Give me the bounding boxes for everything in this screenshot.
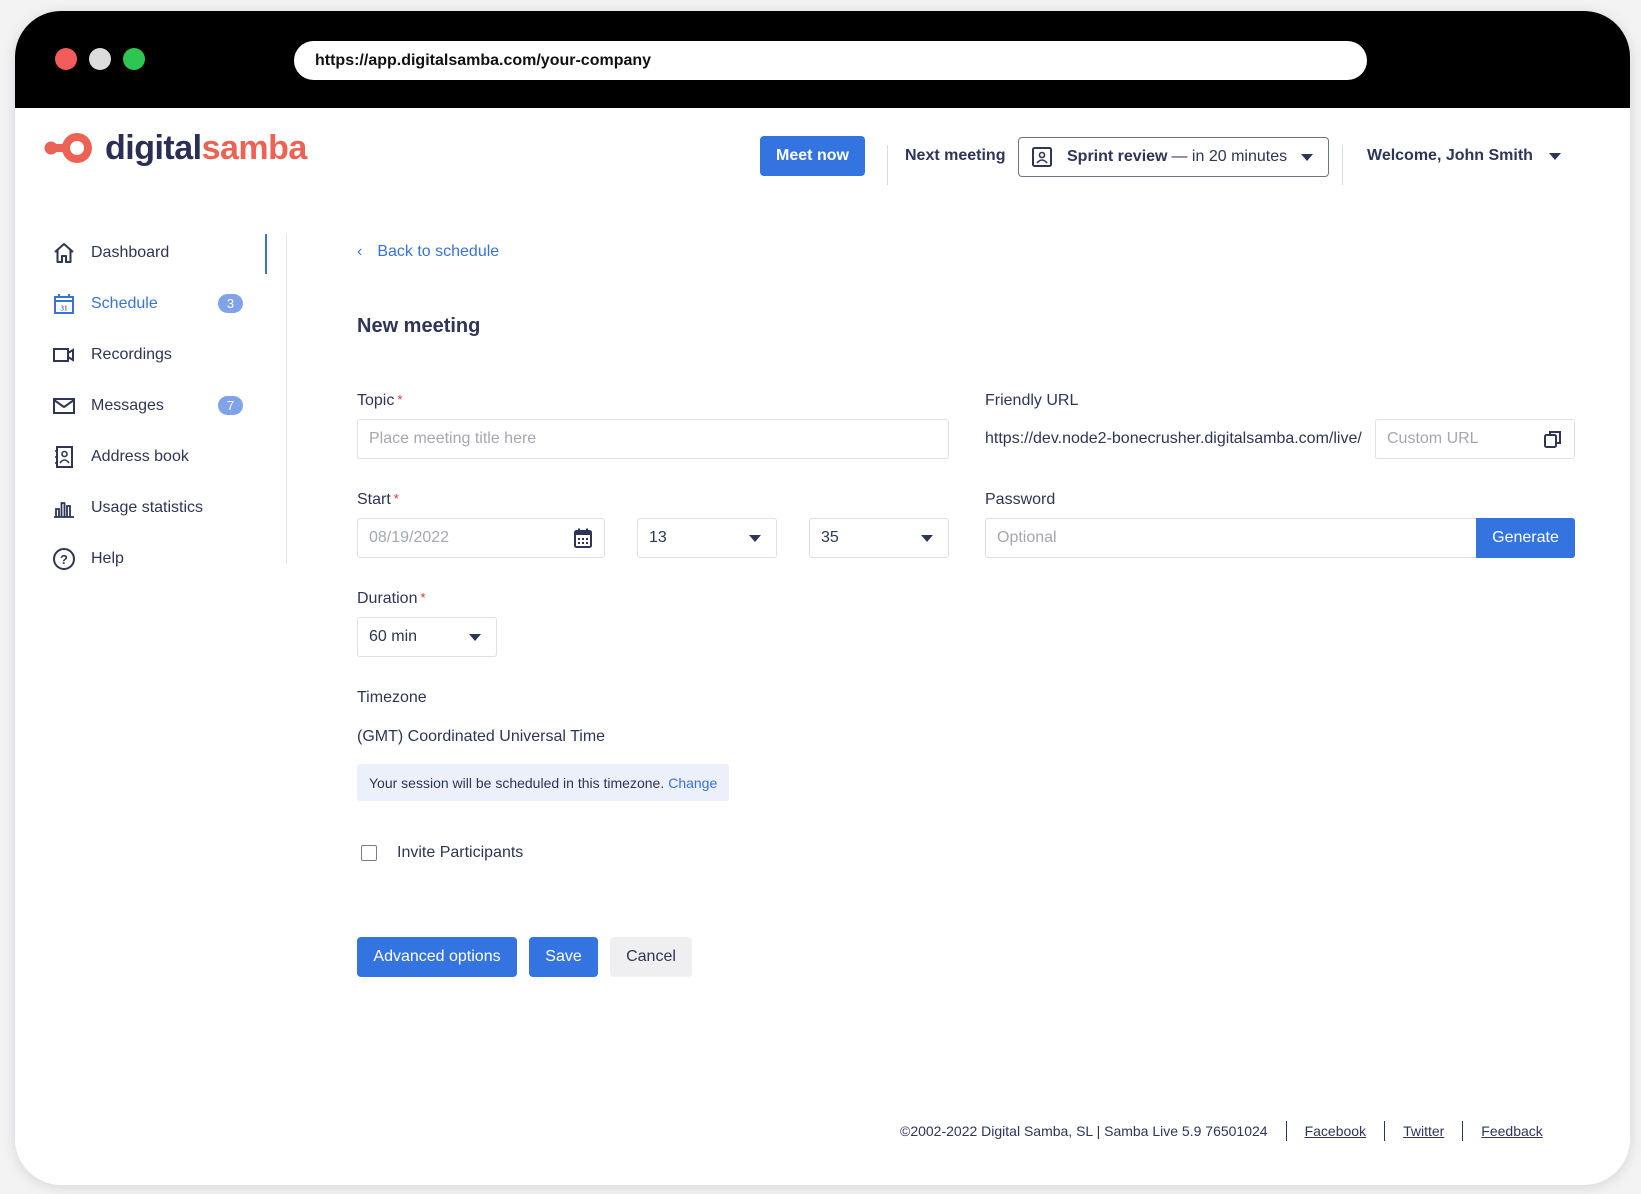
start-hour-value: 13 bbox=[649, 529, 667, 546]
address-book-icon bbox=[52, 445, 76, 469]
invite-participants-label[interactable]: Invite Participants bbox=[397, 844, 523, 862]
sidebar-item-usage-statistics[interactable]: Usage statistics bbox=[52, 493, 203, 523]
start-minute-value: 35 bbox=[821, 529, 839, 546]
logo[interactable]: digitalsamba bbox=[43, 130, 307, 166]
calendar-picker-icon[interactable] bbox=[572, 527, 594, 554]
user-menu[interactable]: Welcome, John Smith bbox=[1367, 147, 1561, 165]
close-window-button[interactable] bbox=[55, 48, 77, 70]
sidebar-item-label: Address book bbox=[91, 448, 189, 465]
date-placeholder: 08/19/2022 bbox=[369, 529, 450, 546]
feedback-link[interactable]: Feedback bbox=[1481, 1123, 1542, 1139]
duration-value: 60 min bbox=[369, 628, 418, 645]
sidebar-item-label: Usage statistics bbox=[91, 499, 204, 516]
timezone-value: (GMT) Coordinated Universal Time bbox=[357, 728, 606, 745]
sidebar-item-label: Dashboard bbox=[91, 244, 170, 261]
sidebar-divider bbox=[286, 234, 287, 564]
help-circle-icon: ? bbox=[52, 547, 76, 571]
timezone-notice: Your session will be scheduled in this t… bbox=[357, 764, 730, 801]
sidebar-item-recordings[interactable]: Recordings bbox=[52, 340, 172, 370]
copy-icon[interactable] bbox=[1542, 428, 1564, 455]
start-date-input[interactable]: 08/19/2022 bbox=[357, 518, 605, 558]
contact-card-icon bbox=[1032, 147, 1052, 167]
duration-label: Duration * bbox=[357, 590, 426, 607]
chevron-down-icon bbox=[1301, 154, 1313, 161]
custom-url-placeholder: Custom URL bbox=[1387, 430, 1479, 447]
bar-chart-icon bbox=[52, 496, 76, 520]
next-meeting-label: Next meeting bbox=[905, 147, 1006, 164]
footer-divider bbox=[1285, 1121, 1287, 1141]
invite-participants-checkbox[interactable] bbox=[361, 845, 377, 861]
advanced-options-button[interactable]: Advanced options bbox=[357, 937, 517, 977]
svg-text:31: 31 bbox=[61, 305, 69, 313]
chevron-down-icon bbox=[749, 535, 761, 542]
copyright-text: ©2002-2022 Digital Samba, SL | Samba Liv… bbox=[900, 1123, 1268, 1139]
logo-text: digitalsamba bbox=[105, 129, 307, 167]
password-label: Password bbox=[985, 491, 1056, 508]
meet-now-button[interactable]: Meet now bbox=[760, 136, 865, 176]
password-placeholder: Optional bbox=[997, 529, 1057, 546]
sidebar-item-label: Messages bbox=[91, 397, 164, 414]
sidebar-item-help[interactable]: ? Help bbox=[52, 544, 124, 574]
envelope-icon bbox=[52, 394, 76, 418]
duration-select[interactable]: 60 min bbox=[357, 617, 497, 657]
calendar-icon: 31 bbox=[52, 292, 76, 316]
maximize-window-button[interactable] bbox=[123, 48, 145, 70]
start-label: Start * bbox=[357, 491, 399, 508]
browser-window: https://app.digitalsamba.com/your-compan… bbox=[15, 11, 1630, 1185]
sidebar-item-label: Recordings bbox=[91, 346, 172, 363]
next-meeting-title: Sprint review bbox=[1067, 148, 1168, 165]
video-camera-icon bbox=[52, 343, 76, 367]
save-button[interactable]: Save bbox=[529, 937, 598, 977]
facebook-link[interactable]: Facebook bbox=[1305, 1123, 1366, 1139]
header-divider bbox=[887, 145, 888, 185]
welcome-text: Welcome, John Smith bbox=[1367, 147, 1533, 164]
back-to-schedule-link[interactable]: ‹ Back to schedule bbox=[357, 243, 499, 261]
sidebar-item-schedule[interactable]: 31 Schedule bbox=[52, 289, 158, 319]
change-timezone-link[interactable]: Change bbox=[668, 775, 717, 791]
header-divider bbox=[1342, 145, 1343, 185]
sidebar-item-label: Schedule bbox=[91, 295, 158, 312]
next-meeting-select[interactable]: Sprint review — in 20 minutes bbox=[1018, 137, 1329, 177]
chevron-down-icon bbox=[469, 634, 481, 641]
footer-divider bbox=[1384, 1121, 1386, 1141]
svg-text:?: ? bbox=[60, 552, 68, 567]
sidebar-item-label: Help bbox=[91, 550, 124, 567]
browser-toolbar: https://app.digitalsamba.com/your-compan… bbox=[15, 11, 1630, 108]
topic-input[interactable]: Place meeting title here bbox=[357, 419, 949, 459]
schedule-count-badge: 3 bbox=[218, 294, 243, 313]
chevron-down-icon bbox=[921, 535, 933, 542]
page-title: New meeting bbox=[357, 315, 481, 337]
sidebar-active-indicator bbox=[265, 234, 267, 274]
minimize-window-button[interactable] bbox=[89, 48, 111, 70]
timezone-notice-text: Your session will be scheduled in this t… bbox=[369, 774, 665, 791]
start-hour-select[interactable]: 13 bbox=[637, 518, 777, 558]
password-input[interactable]: Optional bbox=[985, 518, 1478, 558]
topic-label: Topic * bbox=[357, 392, 403, 409]
sidebar-item-address-book[interactable]: Address book bbox=[52, 442, 189, 472]
start-minute-select[interactable]: 35 bbox=[809, 518, 949, 558]
footer: ©2002-2022 Digital Samba, SL | Samba Liv… bbox=[900, 1121, 1543, 1141]
cancel-button[interactable]: Cancel bbox=[610, 937, 692, 977]
friendly-url-label: Friendly URL bbox=[985, 392, 1079, 409]
chevron-left-icon: ‹ bbox=[357, 243, 363, 260]
logo-icon bbox=[44, 133, 92, 163]
home-icon bbox=[52, 241, 76, 265]
address-bar[interactable]: https://app.digitalsamba.com/your-compan… bbox=[294, 41, 1367, 80]
chevron-down-icon bbox=[1548, 152, 1561, 160]
sidebar-item-messages[interactable]: Messages bbox=[52, 391, 164, 421]
footer-divider bbox=[1462, 1121, 1464, 1141]
friendly-url-prefix: https://dev.node2-bonecrusher.digitalsam… bbox=[985, 430, 1362, 447]
back-label: Back to schedule bbox=[377, 243, 500, 260]
timezone-label: Timezone bbox=[357, 689, 427, 706]
twitter-link[interactable]: Twitter bbox=[1403, 1123, 1444, 1139]
topic-placeholder: Place meeting title here bbox=[369, 430, 537, 447]
custom-url-input[interactable]: Custom URL bbox=[1375, 419, 1575, 459]
next-meeting-time: — in 20 minutes bbox=[1171, 148, 1288, 165]
messages-count-badge: 7 bbox=[218, 396, 243, 415]
sidebar-item-dashboard[interactable]: Dashboard bbox=[52, 238, 169, 268]
generate-password-button[interactable]: Generate bbox=[1476, 518, 1575, 558]
